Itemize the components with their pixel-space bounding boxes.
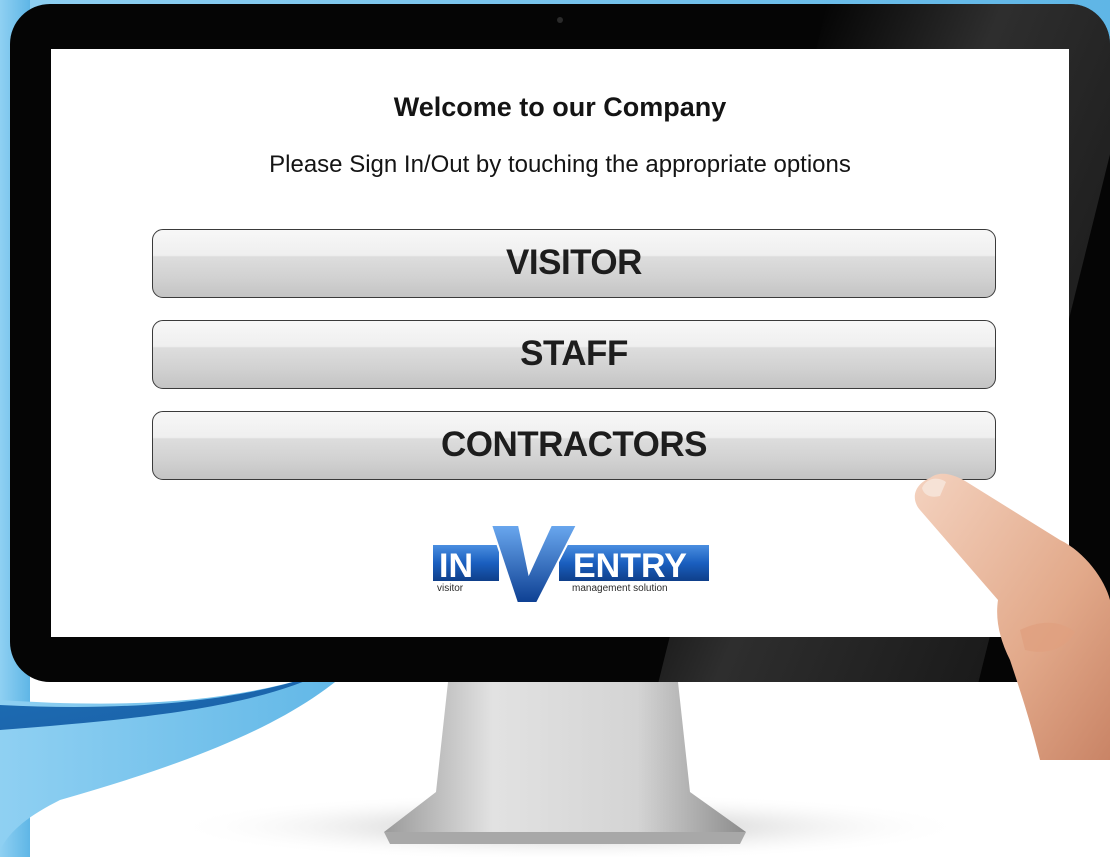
- logo-tagline-right: management solution: [572, 583, 668, 594]
- welcome-title: Welcome to our Company: [393, 92, 727, 122]
- logo-in-text: IN: [439, 547, 473, 585]
- logo-entry-text: ENTRY: [573, 547, 687, 585]
- webcam-dot-icon: [557, 17, 563, 23]
- monitor-stand: [170, 682, 970, 857]
- logo-v-text: V: [431, 517, 432, 518]
- visitor-button[interactable]: VISITOR: [152, 229, 996, 298]
- inventry-logo: IN ENTRY V visitor management solution: [431, 517, 709, 604]
- instruction-subtitle: Please Sign In/Out by touching the appro…: [269, 151, 851, 178]
- staff-button[interactable]: STAFF: [152, 320, 996, 389]
- pointing-hand-icon: [914, 473, 1110, 760]
- contractors-button[interactable]: CONTRACTORS: [152, 411, 996, 480]
- logo-tagline-left: visitor: [437, 583, 464, 594]
